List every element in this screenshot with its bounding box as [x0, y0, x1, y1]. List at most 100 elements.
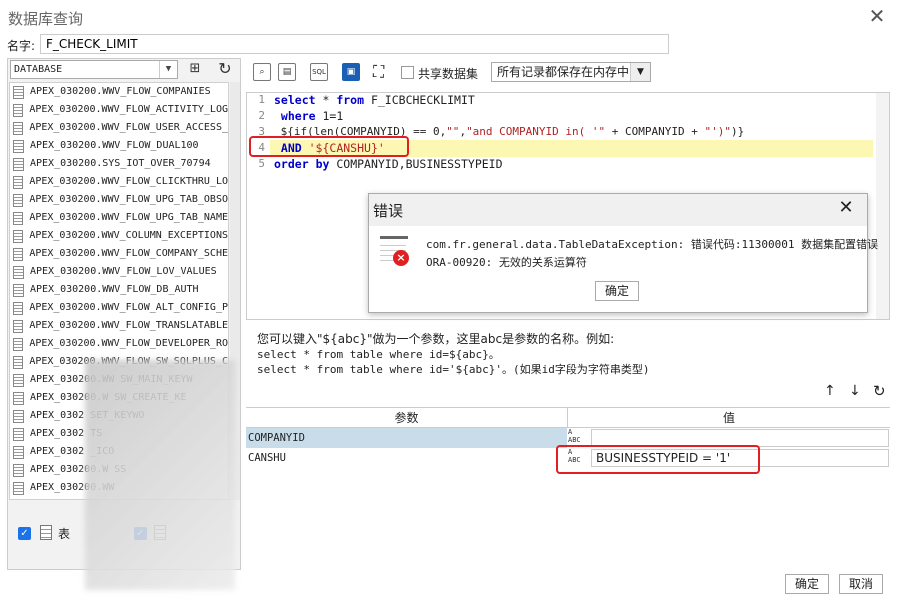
help-line-1: 您可以键入"${abc}"做为一个参数，这里abc是参数的名称。例如: [257, 332, 615, 346]
help-line-2: select * from table where id=${abc}。 [257, 348, 500, 361]
table-list-item[interactable]: APEX_030200.WWV_FLOW_TRANSLATABLE [10, 317, 228, 335]
table-list-item[interactable]: APEX_030200.WWV_FLOW_COMPANIES [10, 83, 228, 101]
table-filter-icon[interactable]: ⊞ [184, 59, 206, 79]
fullscreen-icon[interactable]: ⛶ [373, 62, 384, 82]
table-name: APEX_030200.WWV_FLOW_UPG_TAB_NAME [29, 212, 228, 223]
dialog-ok-button[interactable]: 确定 [595, 281, 639, 301]
help-line-3: select * from table where id='${abc}'。(如… [257, 363, 650, 376]
table-name: APEX_030200.WWV_FLOW_DUAL100 [30, 140, 199, 151]
table-icon [13, 175, 24, 189]
table-list-item[interactable]: APEX_030200.WWV_FLOW_COMPANY_SCHE [10, 245, 228, 263]
database-select[interactable]: DATABASE ▼ [10, 60, 178, 79]
table-name: APEX_030200.WWV_FLOW_USER_ACCESS_ [29, 122, 228, 133]
arrow-down-icon[interactable]: ↓ [849, 383, 861, 399]
editor-scrollbar[interactable] [876, 93, 889, 319]
annotation-highlight-box [556, 445, 760, 474]
arrow-up-icon[interactable]: ↑ [824, 383, 836, 399]
sql-icon[interactable]: SQL [310, 63, 328, 81]
dialog-title: 错误 [373, 202, 404, 220]
table-icon [13, 481, 24, 495]
window-close-icon[interactable]: ✕ [866, 5, 888, 27]
name-input[interactable] [40, 34, 669, 54]
title-bar [0, 0, 900, 32]
chevron-down-icon[interactable]: ▼ [159, 61, 177, 78]
table-list-item[interactable]: APEX_030200.WWV_FLOW_LOV_VALUES [10, 263, 228, 281]
table-icon [13, 283, 24, 297]
code-line-1: select * from F_ICBCHECKLIMIT [274, 93, 475, 107]
param-column-header: 参数 [246, 408, 567, 428]
share-dataset-checkbox[interactable] [401, 66, 414, 79]
table-icon [13, 265, 24, 279]
table-name: APEX_030200.WWV_FLOW_CLICKTHRU_LO [29, 176, 228, 187]
table-icon [13, 247, 24, 261]
table-icon [13, 355, 24, 369]
table-list-item[interactable]: APEX_030200.WWV_COLUMN_EXCEPTIONS [10, 227, 228, 245]
parameter-help: 您可以键入"${abc}"做为一个参数，这里abc是参数的名称。例如: sele… [257, 330, 650, 376]
save-icon[interactable]: ▤ [278, 63, 296, 81]
table-name: APEX_030200.WWV_FLOW_COMPANIES [30, 86, 211, 97]
table-icon [13, 229, 24, 243]
table-list-item[interactable]: APEX_030200.WWV_FLOW_ALT_CONFIG_P [10, 299, 228, 317]
preview-icon[interactable]: ⌕ [253, 63, 271, 81]
line-number: 5 [258, 157, 265, 170]
table-list-item[interactable]: APEX_030200.WWV_FLOW_CLICKTHRU_LO [10, 173, 228, 191]
table-name: APEX_030200.WWV_FLOW_ALT_CONFIG_P [29, 302, 228, 313]
code-line-2: where 1=1 [274, 109, 344, 123]
table-name: APEX_030200.WWV_FLOW_TRANSLATABLE [29, 320, 228, 331]
table-list-item[interactable]: APEX_030200.WWV_FLOW_DUAL100 [10, 137, 228, 155]
error-badge-icon: × [393, 250, 409, 266]
window-title: 数据库查询 [8, 10, 84, 28]
export-icon[interactable]: ▣ [342, 63, 360, 81]
refresh-icon[interactable]: ↻ [214, 59, 236, 79]
table-icon [13, 301, 24, 315]
line-number: 2 [258, 109, 265, 122]
name-label: 名字: [7, 39, 36, 53]
table-icon [13, 121, 24, 135]
table-icon [13, 193, 24, 207]
table-icon [13, 337, 24, 351]
table-icon [13, 103, 24, 117]
redaction-blur [85, 360, 235, 590]
show-tables-label: 表 [58, 527, 71, 541]
cache-mode-select[interactable]: 所有记录都保存在内存中 ▼ [491, 62, 651, 82]
chevron-down-icon[interactable]: ▼ [630, 63, 650, 81]
refresh-params-icon[interactable]: ↻ [873, 382, 886, 400]
table-list-item[interactable]: APEX_030200.SYS_IOT_OVER_70794 [10, 155, 228, 173]
table-list-item[interactable]: APEX_030200.WWV_FLOW_UPG_TAB_NAME [10, 209, 228, 227]
string-type-icon[interactable]: A ABC [568, 428, 588, 446]
table-list-item[interactable]: APEX_030200.WWV_FLOW_DEVELOPER_RO [10, 335, 228, 353]
table-icon [13, 211, 24, 225]
cancel-button[interactable]: 取消 [839, 574, 883, 594]
table-name: APEX_030200.WWV_FLOW_COMPANY_SCHE [29, 248, 228, 259]
table-icon [13, 391, 24, 405]
database-select-value: DATABASE [14, 64, 63, 75]
table-icon [13, 427, 24, 441]
ok-button[interactable]: 确定 [785, 574, 829, 594]
annotation-highlight-box [249, 136, 409, 157]
table-icon [13, 445, 24, 459]
table-name: APEX_030200.SYS_IOT_OVER_70794 [30, 158, 211, 169]
table-icon [13, 463, 24, 477]
table-icon [40, 525, 52, 540]
table-name: APEX_030200.WWV_FLOW_UPG_TAB_OBSO [29, 194, 228, 205]
table-icon [13, 409, 24, 423]
table-name: APEX_030200.WWV_FLOW_ACTIVITY_LOG [29, 104, 228, 115]
table-name: APEX_030200.WWV_COLUMN_EXCEPTIONS [29, 230, 228, 241]
table-icon [13, 85, 24, 99]
table-list-item[interactable]: APEX_030200.WWV_FLOW_ACTIVITY_LOG [10, 101, 228, 119]
line-number: 1 [258, 93, 265, 106]
param-name-cell: COMPANYID [246, 428, 567, 448]
error-message-line-1: com.fr.general.data.TableDataException: … [426, 238, 879, 251]
share-dataset-label: 共享数据集 [418, 67, 479, 81]
table-name: APEX_030200.WWV_FLOW_LOV_VALUES [30, 266, 217, 277]
param-name-cell: CANSHU [248, 452, 286, 464]
table-list-item[interactable]: APEX_030200.WWV_FLOW_DB_AUTH [10, 281, 228, 299]
table-name: APEX_030200.WWV_FLOW_DB_AUTH [30, 284, 199, 295]
table-icon [13, 157, 24, 171]
show-tables-checkbox[interactable]: ✓ [18, 527, 31, 540]
value-column-header: 值 [567, 408, 890, 428]
table-list-item[interactable]: APEX_030200.WWV_FLOW_UPG_TAB_OBSO [10, 191, 228, 209]
dialog-close-icon[interactable]: ✕ [835, 197, 857, 219]
table-list-item[interactable]: APEX_030200.WWV_FLOW_USER_ACCESS_ [10, 119, 228, 137]
table-icon [13, 139, 24, 153]
